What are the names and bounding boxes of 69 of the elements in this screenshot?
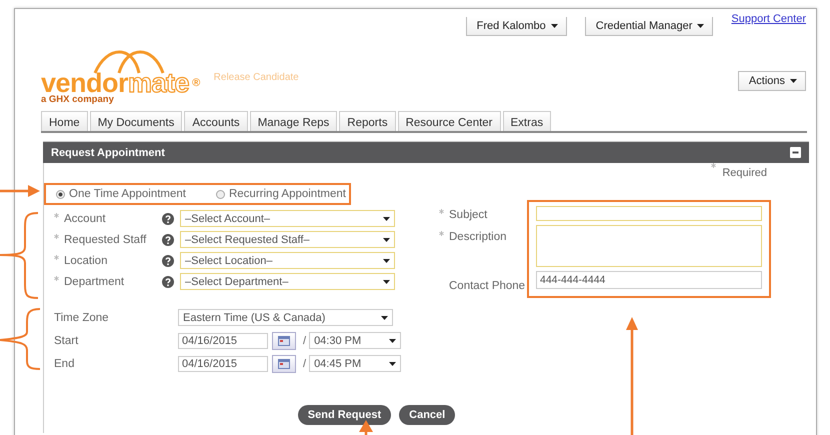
select-field[interactable]: 04:45 PM bbox=[309, 355, 402, 372]
separator-text: / bbox=[303, 358, 306, 370]
field-label: Location bbox=[64, 254, 108, 266]
select-field[interactable]: 04:30 PM bbox=[309, 332, 402, 349]
nav-tab[interactable]: Accounts bbox=[184, 111, 248, 131]
calendar-button[interactable] bbox=[272, 332, 296, 350]
date-field[interactable]: 04/16/2015 bbox=[178, 332, 268, 348]
caret-icon bbox=[383, 238, 390, 242]
required-marker-icon bbox=[711, 163, 716, 168]
caret-icon bbox=[697, 24, 704, 28]
support-link[interactable]: Support Center bbox=[731, 13, 806, 25]
annotation-arrow bbox=[0, 185, 40, 197]
input-field[interactable]: 444-444-4444 bbox=[536, 271, 762, 289]
select-field[interactable]: –Select Location– bbox=[180, 252, 395, 269]
field-label: Requested Staff bbox=[64, 234, 146, 246]
nav-tab[interactable]: My Documents bbox=[90, 111, 182, 131]
date-field[interactable]: 04/16/2015 bbox=[178, 356, 268, 372]
actions-button[interactable]: Actions bbox=[738, 71, 806, 91]
calendar-button[interactable] bbox=[272, 354, 296, 372]
help-icon[interactable] bbox=[162, 276, 174, 288]
field-label: Time Zone bbox=[54, 312, 110, 324]
input-field[interactable] bbox=[536, 206, 762, 221]
logo-text: vendor bbox=[41, 70, 128, 96]
caret-icon bbox=[383, 280, 390, 284]
field-label: Subject bbox=[449, 209, 488, 223]
nav-tab[interactable]: Extras bbox=[502, 111, 552, 131]
credential-menu-button[interactable]: Credential Manager bbox=[584, 17, 714, 36]
caret-icon bbox=[383, 216, 390, 220]
field-label: Contact Phone bbox=[449, 280, 526, 294]
select-field[interactable]: –Select Department– bbox=[180, 273, 395, 290]
required-note: Required bbox=[722, 167, 767, 179]
caret-icon bbox=[389, 362, 396, 366]
caret-icon bbox=[383, 258, 390, 262]
separator-text: / bbox=[303, 334, 306, 346]
calendar-icon bbox=[278, 336, 290, 346]
help-icon[interactable] bbox=[162, 254, 174, 266]
nav-tab[interactable]: Home bbox=[41, 111, 88, 131]
nav-tab[interactable]: Manage Reps bbox=[250, 111, 338, 131]
field-label: End bbox=[54, 358, 76, 370]
select-field[interactable]: Eastern Time (US & Canada) bbox=[178, 309, 393, 326]
form-button[interactable]: Send Request bbox=[298, 405, 392, 425]
field-label: Department bbox=[64, 276, 124, 288]
registered-mark: ® bbox=[192, 76, 200, 91]
calendar-icon bbox=[278, 358, 290, 368]
caret-icon bbox=[790, 79, 797, 83]
appointment-type-radio[interactable]: Recurring Appointment bbox=[216, 188, 346, 200]
help-icon[interactable] bbox=[162, 212, 174, 224]
nav-tab[interactable]: Reports bbox=[339, 111, 396, 131]
caret-icon bbox=[381, 316, 388, 320]
appointment-type-radio[interactable]: One Time Appointment bbox=[56, 188, 186, 200]
caret-icon bbox=[389, 338, 396, 342]
form-button[interactable]: Cancel bbox=[399, 405, 456, 425]
logo-tagline: a GHX company bbox=[41, 94, 115, 105]
select-field[interactable]: –Select Account– bbox=[180, 210, 395, 227]
field-label: Description bbox=[449, 231, 507, 245]
field-label: Start bbox=[54, 334, 80, 346]
help-icon[interactable] bbox=[162, 234, 174, 246]
select-field[interactable]: –Select Requested Staff– bbox=[180, 231, 395, 248]
nav-tab[interactable]: Resource Center bbox=[398, 111, 501, 131]
logo-text: mate bbox=[128, 70, 190, 96]
field-label: Account bbox=[64, 212, 106, 224]
build-label: Release Candidate bbox=[214, 72, 299, 83]
panel-title: Request Appointment bbox=[51, 146, 165, 158]
caret-icon bbox=[550, 24, 558, 28]
logo-arc-icon bbox=[93, 50, 165, 74]
annotation-arrow bbox=[359, 420, 373, 435]
user-menu-button[interactable]: Fred Kalombo bbox=[466, 17, 567, 36]
annotation-brace bbox=[0, 308, 41, 370]
collapse-icon[interactable] bbox=[790, 147, 801, 158]
